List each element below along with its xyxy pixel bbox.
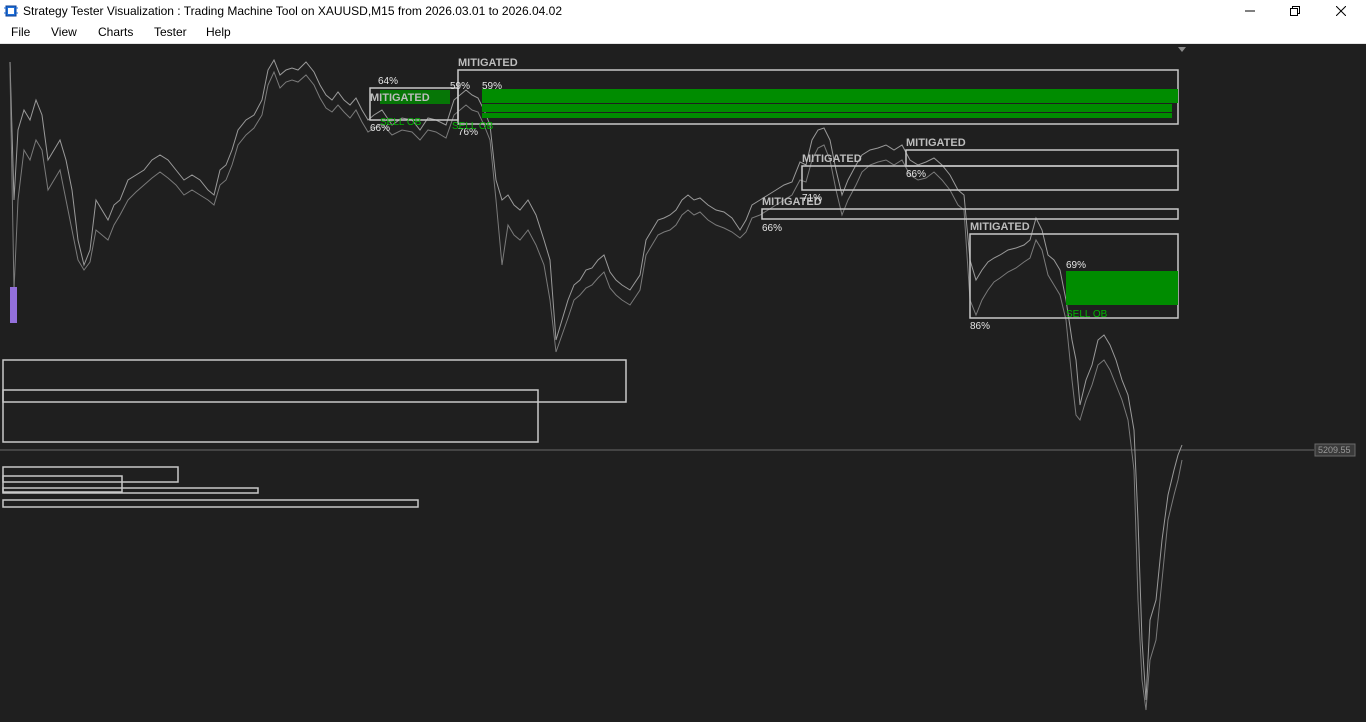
sell-ob-label: SELL OB	[1066, 309, 1108, 320]
menu-charts[interactable]: Charts	[98, 25, 133, 39]
percent-label: 71%	[802, 193, 822, 204]
zone-fill-3	[482, 113, 1172, 118]
price-series-line	[9, 58, 1183, 701]
percent-label: 86%	[970, 321, 990, 332]
chart-shift-marker[interactable]	[1178, 47, 1186, 52]
history-box-5	[2, 487, 259, 494]
menu-bar: File View Charts Tester Help	[0, 22, 1366, 44]
close-icon	[1336, 6, 1346, 16]
percent-label: 69%	[1066, 260, 1086, 271]
chart-canvas: 5209.55 MITIGATED MITIGATED MITIGATED MI	[0, 47, 1356, 711]
mitigated-label: MITIGATED	[802, 153, 862, 165]
menu-view[interactable]: View	[51, 25, 77, 39]
title-bar: Strategy Tester Visualization : Trading …	[0, 0, 1366, 22]
restore-button[interactable]	[1272, 0, 1318, 22]
sell-ob-label: SELL OB	[452, 121, 494, 132]
minimize-icon	[1245, 10, 1255, 12]
menu-help[interactable]: Help	[206, 25, 231, 39]
zone-fill-2	[482, 104, 1172, 112]
zone-box-5	[761, 208, 1179, 220]
mitigated-label: MITIGATED	[458, 57, 518, 69]
percent-label: 59%	[450, 81, 470, 92]
percent-label: 59%	[482, 81, 502, 92]
history-box-6	[2, 499, 419, 508]
percent-label: 66%	[762, 223, 782, 234]
price-chart[interactable]: 5209.55 MITIGATED MITIGATED MITIGATED MI	[0, 44, 1366, 722]
percent-label: 64%	[378, 76, 398, 87]
menu-file[interactable]: File	[11, 25, 30, 39]
window-title: Strategy Tester Visualization : Trading …	[23, 4, 562, 18]
zone-box-3	[905, 149, 1179, 167]
zone-box-4	[801, 165, 1179, 191]
history-box-1	[2, 359, 627, 403]
zone-fill-1	[482, 89, 1178, 103]
history-box-4	[2, 475, 123, 493]
percent-label: 66%	[906, 169, 926, 180]
mitigated-label: MITIGATED	[906, 137, 966, 149]
zone-fill-5	[1066, 271, 1178, 305]
sell-ob-label: SELL OB	[380, 117, 422, 128]
mitigated-label: MITIGATED	[370, 92, 430, 104]
history-box-2	[2, 389, 539, 443]
minimize-button[interactable]	[1227, 0, 1273, 22]
app-icon	[4, 5, 18, 17]
history-box-3	[2, 466, 179, 483]
mitigated-label: MITIGATED	[970, 221, 1030, 233]
restore-icon	[1290, 6, 1300, 16]
close-button[interactable]	[1318, 0, 1364, 22]
position-marker	[10, 287, 17, 323]
current-price-label: 5209.55	[1318, 445, 1351, 455]
menu-tester[interactable]: Tester	[154, 25, 187, 39]
